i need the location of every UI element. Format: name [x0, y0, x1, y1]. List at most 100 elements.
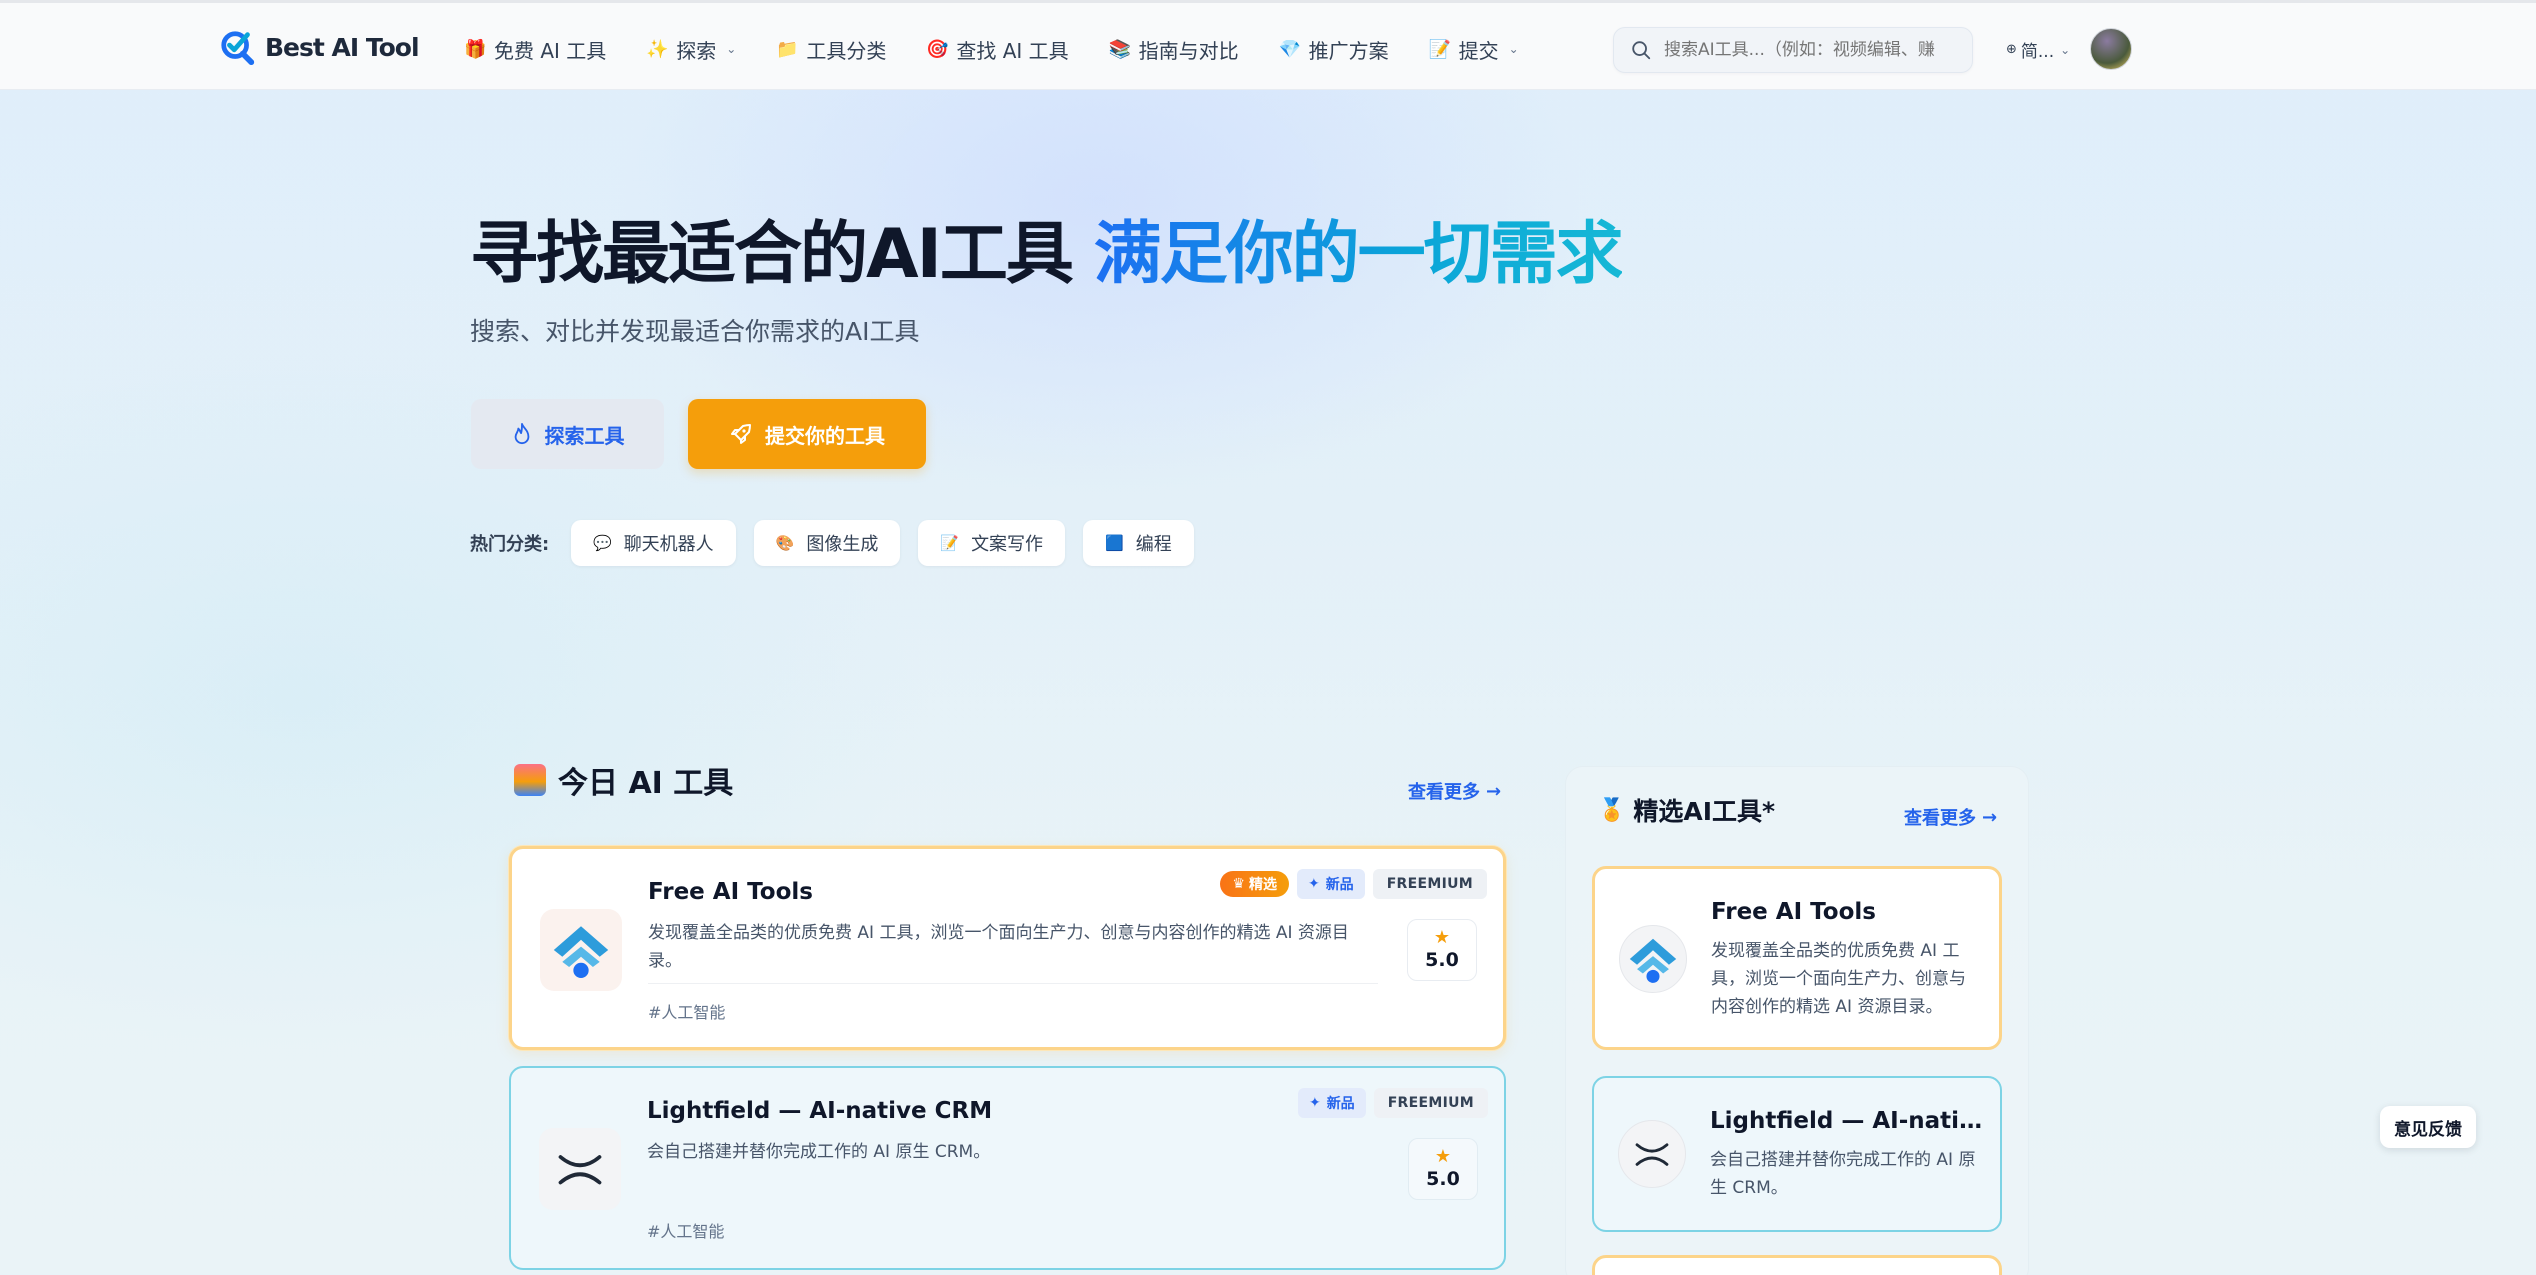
writing-icon: 📝 — [940, 534, 960, 552]
nav-item-2[interactable]: 📁 工具分类 — [776, 31, 886, 67]
hot-category-chip-1[interactable]: 🎨 图像生成 — [753, 520, 901, 566]
tool-name[interactable]: Free AI Tools — [648, 879, 813, 905]
nav-item-label: 查找 AI 工具 — [956, 38, 1069, 63]
crown-icon: ♛ — [1232, 876, 1245, 892]
today-title-text: 今日 AI 工具 — [558, 766, 734, 801]
nav-item-0[interactable]: 🎁 免费 AI 工具 — [464, 31, 606, 67]
featured-view-more-label: 查看更多 — [1904, 808, 1976, 829]
hot-categories-label: 热门分类: — [470, 534, 550, 555]
tool-badges: ✦ 新品 FREEMIUM — [1297, 1088, 1488, 1118]
hot-category-chip-2[interactable]: 📝 文案写作 — [918, 520, 1066, 566]
search-icon — [1632, 41, 1651, 60]
main-nav: 🎁 免费 AI 工具 ✨ 探索 ⌄ 📁 工具分类 🎯 查找 AI 工具 📚 指南与对比 💎 推广方案 📝 提… — [464, 31, 1559, 67]
nav-item-label: 提交 — [1458, 38, 1499, 63]
tool-description: 会自己搭建并替你完成工作的 AI 原生 CRM。 — [647, 1142, 991, 1162]
search-box[interactable] — [1613, 27, 1973, 73]
chevron-down-icon: ⌄ — [2060, 42, 2071, 57]
gift-icon: 🎁 — [464, 38, 487, 60]
target-icon: 🎯 — [926, 38, 949, 60]
explore-tools-button[interactable]: 探索工具 — [471, 399, 664, 469]
tool-logo — [539, 1128, 621, 1210]
nav-item-label: 推广方案 — [1308, 38, 1389, 63]
new-badge: ✦ 新品 — [1297, 1088, 1366, 1118]
hot-category-label: 编程 — [1135, 534, 1172, 555]
free-ai-tools-logo-icon — [553, 926, 609, 979]
logo-check-icon — [221, 31, 255, 66]
pricing-badge: FREEMIUM — [1373, 1088, 1488, 1118]
hot-category-chip-0[interactable]: 💬 聊天机器人 — [571, 520, 736, 566]
nav-item-5[interactable]: 💎 推广方案 — [1279, 31, 1389, 67]
tool-tag[interactable]: #人工智能 — [647, 1218, 724, 1242]
user-avatar[interactable] — [2090, 28, 2132, 70]
nav-item-1[interactable]: ✨ 探索 ⌄ — [646, 31, 736, 67]
tool-description: 会自己搭建并替你完成工作的 AI 原生 CRM。 — [1710, 1150, 1976, 1198]
tool-description: 发现覆盖全品类的优质免费 AI 工具，浏览一个面向生产力、创意与内容创作的精选 … — [648, 923, 1349, 971]
hero-title-main: 寻找最适合的AI工具 — [470, 215, 1074, 294]
hot-category-chip-3[interactable]: 🟦 编程 — [1083, 520, 1194, 566]
featured-view-more-link[interactable]: 查看更多 → — [1904, 804, 1997, 830]
featured-tool-card[interactable]: Lightfield — AI-native CRM 会自己搭建并替你完成工作的 … — [1592, 1076, 2002, 1232]
tool-name[interactable]: Lightfield — AI-native CRM — [1710, 1108, 1990, 1134]
chevron-down-icon: ⌄ — [726, 42, 737, 56]
today-view-more-link[interactable]: 查看更多 → — [1408, 778, 1501, 804]
top-navigation-bar: Best AI Tool 🎁 免费 AI 工具 ✨ 探索 ⌄ 📁 工具分类 🎯 查找 AI 工具… — [0, 0, 2536, 90]
submit-tool-label: 提交你的工具 — [765, 423, 885, 448]
arrow-right-icon: → — [1982, 806, 1998, 828]
hero-title-accent: 满足你的一切需求 — [1093, 215, 1624, 294]
nav-item-label: 探索 — [676, 38, 717, 63]
tool-logo — [1618, 1120, 1686, 1188]
submit-tool-button[interactable]: 提交你的工具 — [688, 399, 926, 469]
books-icon: 📚 — [1108, 38, 1132, 60]
chevron-down-icon: ⌄ — [1508, 42, 1519, 56]
search-input[interactable] — [1664, 40, 1964, 60]
rocket-icon — [731, 424, 751, 444]
memo-icon: 📝 — [1428, 38, 1452, 60]
featured-tool-card[interactable]: Free AI Tools 发现覆盖全品类的优质免费 AI 工具，浏览一个面向生产… — [1592, 866, 2002, 1050]
today-view-more-label: 查看更多 — [1408, 782, 1480, 803]
today-tool-card[interactable]: Lightfield — AI-native CRM 会自己搭建并替你完成工作的 … — [509, 1066, 1506, 1270]
star-icon: ★ — [1434, 1146, 1452, 1167]
new-badge: ✦ 新品 — [1296, 869, 1365, 899]
language-switcher[interactable]: ⊕ 简... ⌄ — [2006, 37, 2070, 62]
lightfield-logo-icon — [1635, 1143, 1669, 1166]
today-tool-card[interactable]: Free AI Tools 发现覆盖全品类的优质免费 AI 工具，浏览一个面向生产… — [509, 846, 1506, 1050]
tool-logo — [1619, 925, 1687, 993]
arrow-right-icon: → — [1486, 780, 1502, 802]
nav-item-3[interactable]: 🎯 查找 AI 工具 — [926, 31, 1068, 67]
nav-item-4[interactable]: 📚 指南与对比 — [1109, 31, 1239, 67]
tool-name[interactable]: Lightfield — AI-native CRM — [647, 1098, 992, 1124]
sunrise-icon — [514, 764, 546, 796]
diamond-icon: 💎 — [1278, 38, 1302, 60]
free-ai-tools-logo-icon — [1629, 938, 1677, 983]
tool-tag[interactable]: #人工智能 — [648, 999, 725, 1023]
star-icon: ★ — [1433, 927, 1451, 948]
flame-icon — [514, 422, 529, 445]
tool-name[interactable]: Free AI Tools — [1711, 899, 1991, 925]
hot-category-label: 聊天机器人 — [623, 534, 714, 555]
brand-name: Best AI Tool — [265, 32, 420, 62]
featured-title-text: 精选AI工具* — [1633, 797, 1776, 826]
tool-rating: ★ 5.0 — [1407, 919, 1477, 981]
today-section-title: 今日 AI 工具 — [514, 758, 733, 802]
lightfield-logo-icon — [558, 1155, 602, 1185]
folder-icon: 📁 — [776, 38, 799, 60]
tool-logo — [540, 909, 622, 991]
sparkle-icon: ✨ — [646, 38, 669, 60]
hero-subtitle: 搜索、对比并发现最适合你需求的AI工具 — [470, 317, 920, 346]
nav-item-6[interactable]: 📝 提交 ⌄ — [1429, 31, 1519, 67]
language-label: 简... — [2020, 42, 2055, 62]
new-badge-label: 新品 — [1325, 877, 1354, 893]
featured-section-title: 🏅 精选AI工具* — [1598, 792, 1775, 828]
nav-item-label: 指南与对比 — [1138, 38, 1239, 63]
medal-icon: 🏅 — [1598, 797, 1626, 823]
brand-logo[interactable]: Best AI Tool — [219, 28, 420, 66]
rating-value: 5.0 — [1425, 949, 1459, 971]
feedback-button[interactable]: 意见反馈 — [2380, 1106, 2476, 1148]
rating-value: 5.0 — [1426, 1168, 1460, 1190]
featured-badge: ♛ 精选 — [1220, 871, 1289, 897]
speech-bubble-icon: 💬 — [593, 534, 612, 552]
hot-category-label: 图像生成 — [806, 534, 879, 555]
nav-item-label: 工具分类 — [806, 38, 887, 63]
hot-categories: 💬 聊天机器人 🎨 图像生成 📝 文案写作 🟦 编程 — [571, 520, 1194, 566]
featured-tool-card-partial[interactable] — [1592, 1255, 2002, 1275]
